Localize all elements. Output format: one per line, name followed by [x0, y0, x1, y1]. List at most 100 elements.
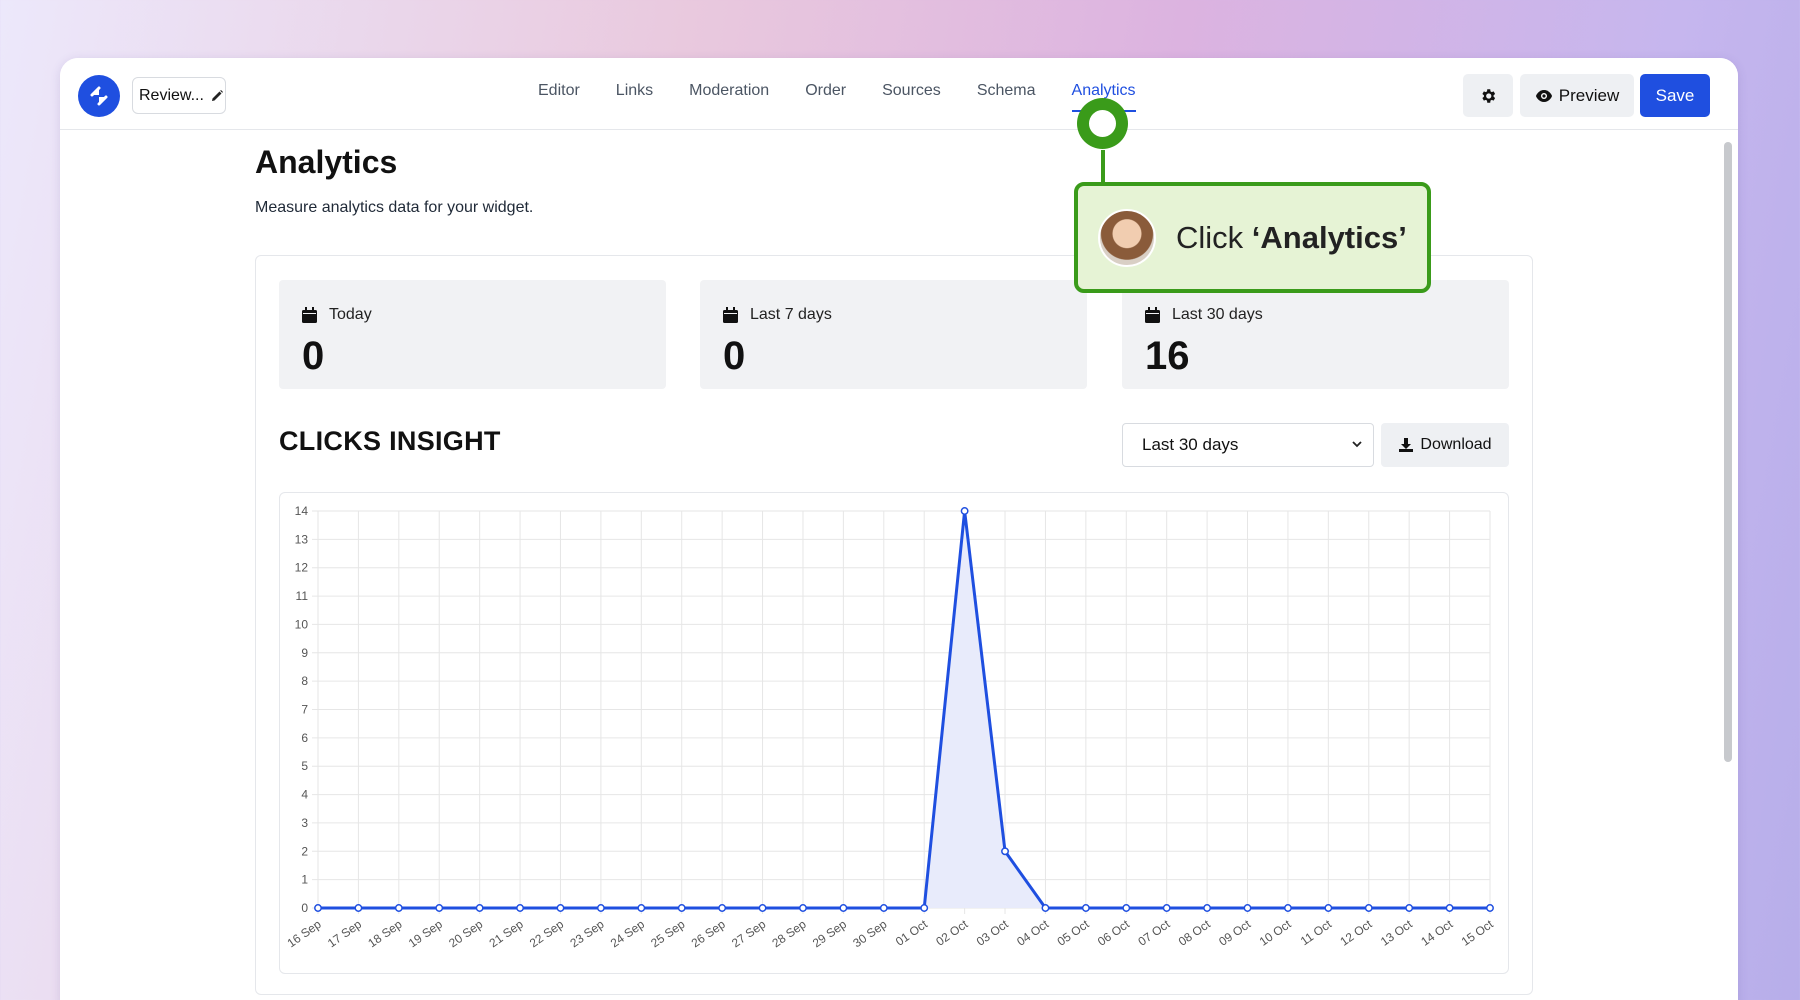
x-tick-label: 11 Oct: [1298, 917, 1335, 949]
data-point: [1122, 904, 1131, 912]
x-tick-label: 05 Oct: [1055, 917, 1093, 949]
app-window: Review... Editor Links Moderation Order …: [60, 58, 1738, 1000]
data-point: [1405, 904, 1414, 912]
data-point: [1162, 904, 1171, 912]
download-icon: [1399, 438, 1414, 452]
stat-label: Last 7 days: [750, 306, 832, 323]
download-button[interactable]: Download: [1381, 423, 1509, 467]
guide-target: ‘Analytics’: [1251, 219, 1407, 255]
stat-card-last-30-days: Last 30 days 16: [1122, 280, 1509, 389]
x-tick-label: 14 Oct: [1418, 917, 1456, 949]
data-point: [677, 904, 686, 912]
data-point: [556, 904, 565, 912]
stat-label: Today: [329, 306, 372, 323]
pencil-icon[interactable]: [210, 89, 224, 103]
x-tick-label: 07 Oct: [1135, 917, 1173, 949]
widget-name-label: Review...: [139, 86, 204, 104]
x-tick-label: 17 Sep: [325, 917, 364, 950]
stat-card-today: Today 0: [279, 280, 666, 389]
x-tick-label: 01 Oct: [893, 917, 931, 949]
x-tick-label: 12 Oct: [1337, 917, 1375, 949]
logo-icon: [90, 86, 108, 106]
data-point: [1203, 904, 1212, 912]
y-tick-label: 7: [301, 703, 308, 717]
data-point: [596, 904, 605, 912]
y-tick-label: 3: [301, 816, 308, 830]
tab-editor[interactable]: Editor: [520, 58, 598, 130]
preview-button[interactable]: Preview: [1520, 74, 1634, 117]
calendar-icon: [723, 307, 738, 323]
widget-name-field[interactable]: Review...: [132, 77, 226, 114]
tab-links[interactable]: Links: [598, 58, 671, 130]
hotspot-connector: [1101, 150, 1105, 186]
data-point: [516, 904, 525, 912]
y-tick-label: 1: [301, 873, 308, 887]
gear-icon: [1482, 88, 1496, 103]
x-tick-label: 20 Sep: [446, 917, 485, 950]
data-point: [394, 904, 403, 912]
stat-label-row: Last 30 days: [1145, 306, 1263, 324]
hotspot-center: [1089, 110, 1116, 137]
x-tick-label: 21 Sep: [487, 917, 526, 950]
data-point: [799, 904, 807, 912]
y-tick-label: 0: [301, 901, 308, 915]
scrollbar[interactable]: [1724, 142, 1732, 762]
y-tick-label: 14: [295, 504, 309, 518]
data-point: [1283, 904, 1292, 912]
tab-sources[interactable]: Sources: [864, 58, 959, 130]
data-point: [1081, 904, 1090, 912]
date-range-value: Last 30 days: [1142, 435, 1239, 454]
app-logo[interactable]: [78, 75, 120, 117]
stat-card-last-7-days: Last 7 days 0: [700, 280, 1087, 389]
x-tick-label: 15 Oct: [1459, 917, 1497, 949]
x-tick-label: 28 Sep: [769, 917, 808, 950]
data-point: [475, 904, 484, 912]
x-tick-label: 09 Oct: [1216, 917, 1254, 949]
hotspot-marker[interactable]: [1077, 98, 1128, 149]
y-tick-label: 8: [301, 674, 308, 688]
settings-button[interactable]: [1463, 74, 1513, 117]
tab-schema[interactable]: Schema: [959, 58, 1054, 130]
data-point: [960, 507, 969, 515]
y-tick-label: 6: [301, 731, 308, 745]
chevron-down-icon: [1352, 441, 1362, 448]
main-nav: Editor Links Moderation Order Sources Sc…: [520, 58, 1154, 130]
data-point: [920, 904, 929, 912]
calendar-icon: [302, 307, 317, 323]
tab-order[interactable]: Order: [787, 58, 864, 130]
y-tick-label: 9: [301, 646, 308, 660]
x-tick-label: 22 Sep: [527, 917, 566, 950]
y-tick-label: 13: [295, 532, 309, 546]
stat-label: Last 30 days: [1172, 306, 1263, 323]
date-range-select[interactable]: Last 30 days: [1122, 423, 1374, 467]
data-point: [1486, 904, 1494, 912]
x-tick-label: 29 Sep: [810, 917, 849, 950]
x-tick-label: 18 Sep: [365, 917, 404, 950]
data-point: [1324, 904, 1333, 912]
y-tick-label: 12: [295, 561, 309, 575]
x-tick-label: 26 Sep: [689, 917, 728, 950]
guide-avatar: [1098, 208, 1156, 267]
stat-value: 16: [1145, 334, 1190, 378]
data-point: [1364, 904, 1373, 912]
data-point: [354, 904, 363, 912]
guide-text: Click ‘Analytics’: [1176, 220, 1407, 256]
x-tick-label: 13 Oct: [1378, 917, 1416, 949]
data-point: [1243, 904, 1252, 912]
y-tick-label: 11: [296, 589, 309, 603]
x-tick-label: 25 Sep: [648, 917, 687, 950]
data-point: [435, 904, 444, 912]
save-button[interactable]: Save: [1640, 74, 1710, 117]
stat-value: 0: [723, 334, 746, 378]
top-bar: Review... Editor Links Moderation Order …: [60, 58, 1738, 130]
calendar-icon: [1145, 307, 1160, 323]
tab-moderation[interactable]: Moderation: [671, 58, 787, 130]
y-tick-label: 10: [295, 617, 309, 631]
y-tick-label: 2: [301, 844, 308, 858]
data-point: [758, 904, 767, 912]
data-point: [314, 904, 322, 912]
x-tick-label: 02 Oct: [933, 917, 971, 949]
analytics-panel: Today 0 Last 7 days 0 Last 30 days 16 CL…: [255, 255, 1533, 995]
x-tick-label: 23 Sep: [567, 917, 606, 950]
x-tick-label: 24 Sep: [608, 917, 647, 950]
